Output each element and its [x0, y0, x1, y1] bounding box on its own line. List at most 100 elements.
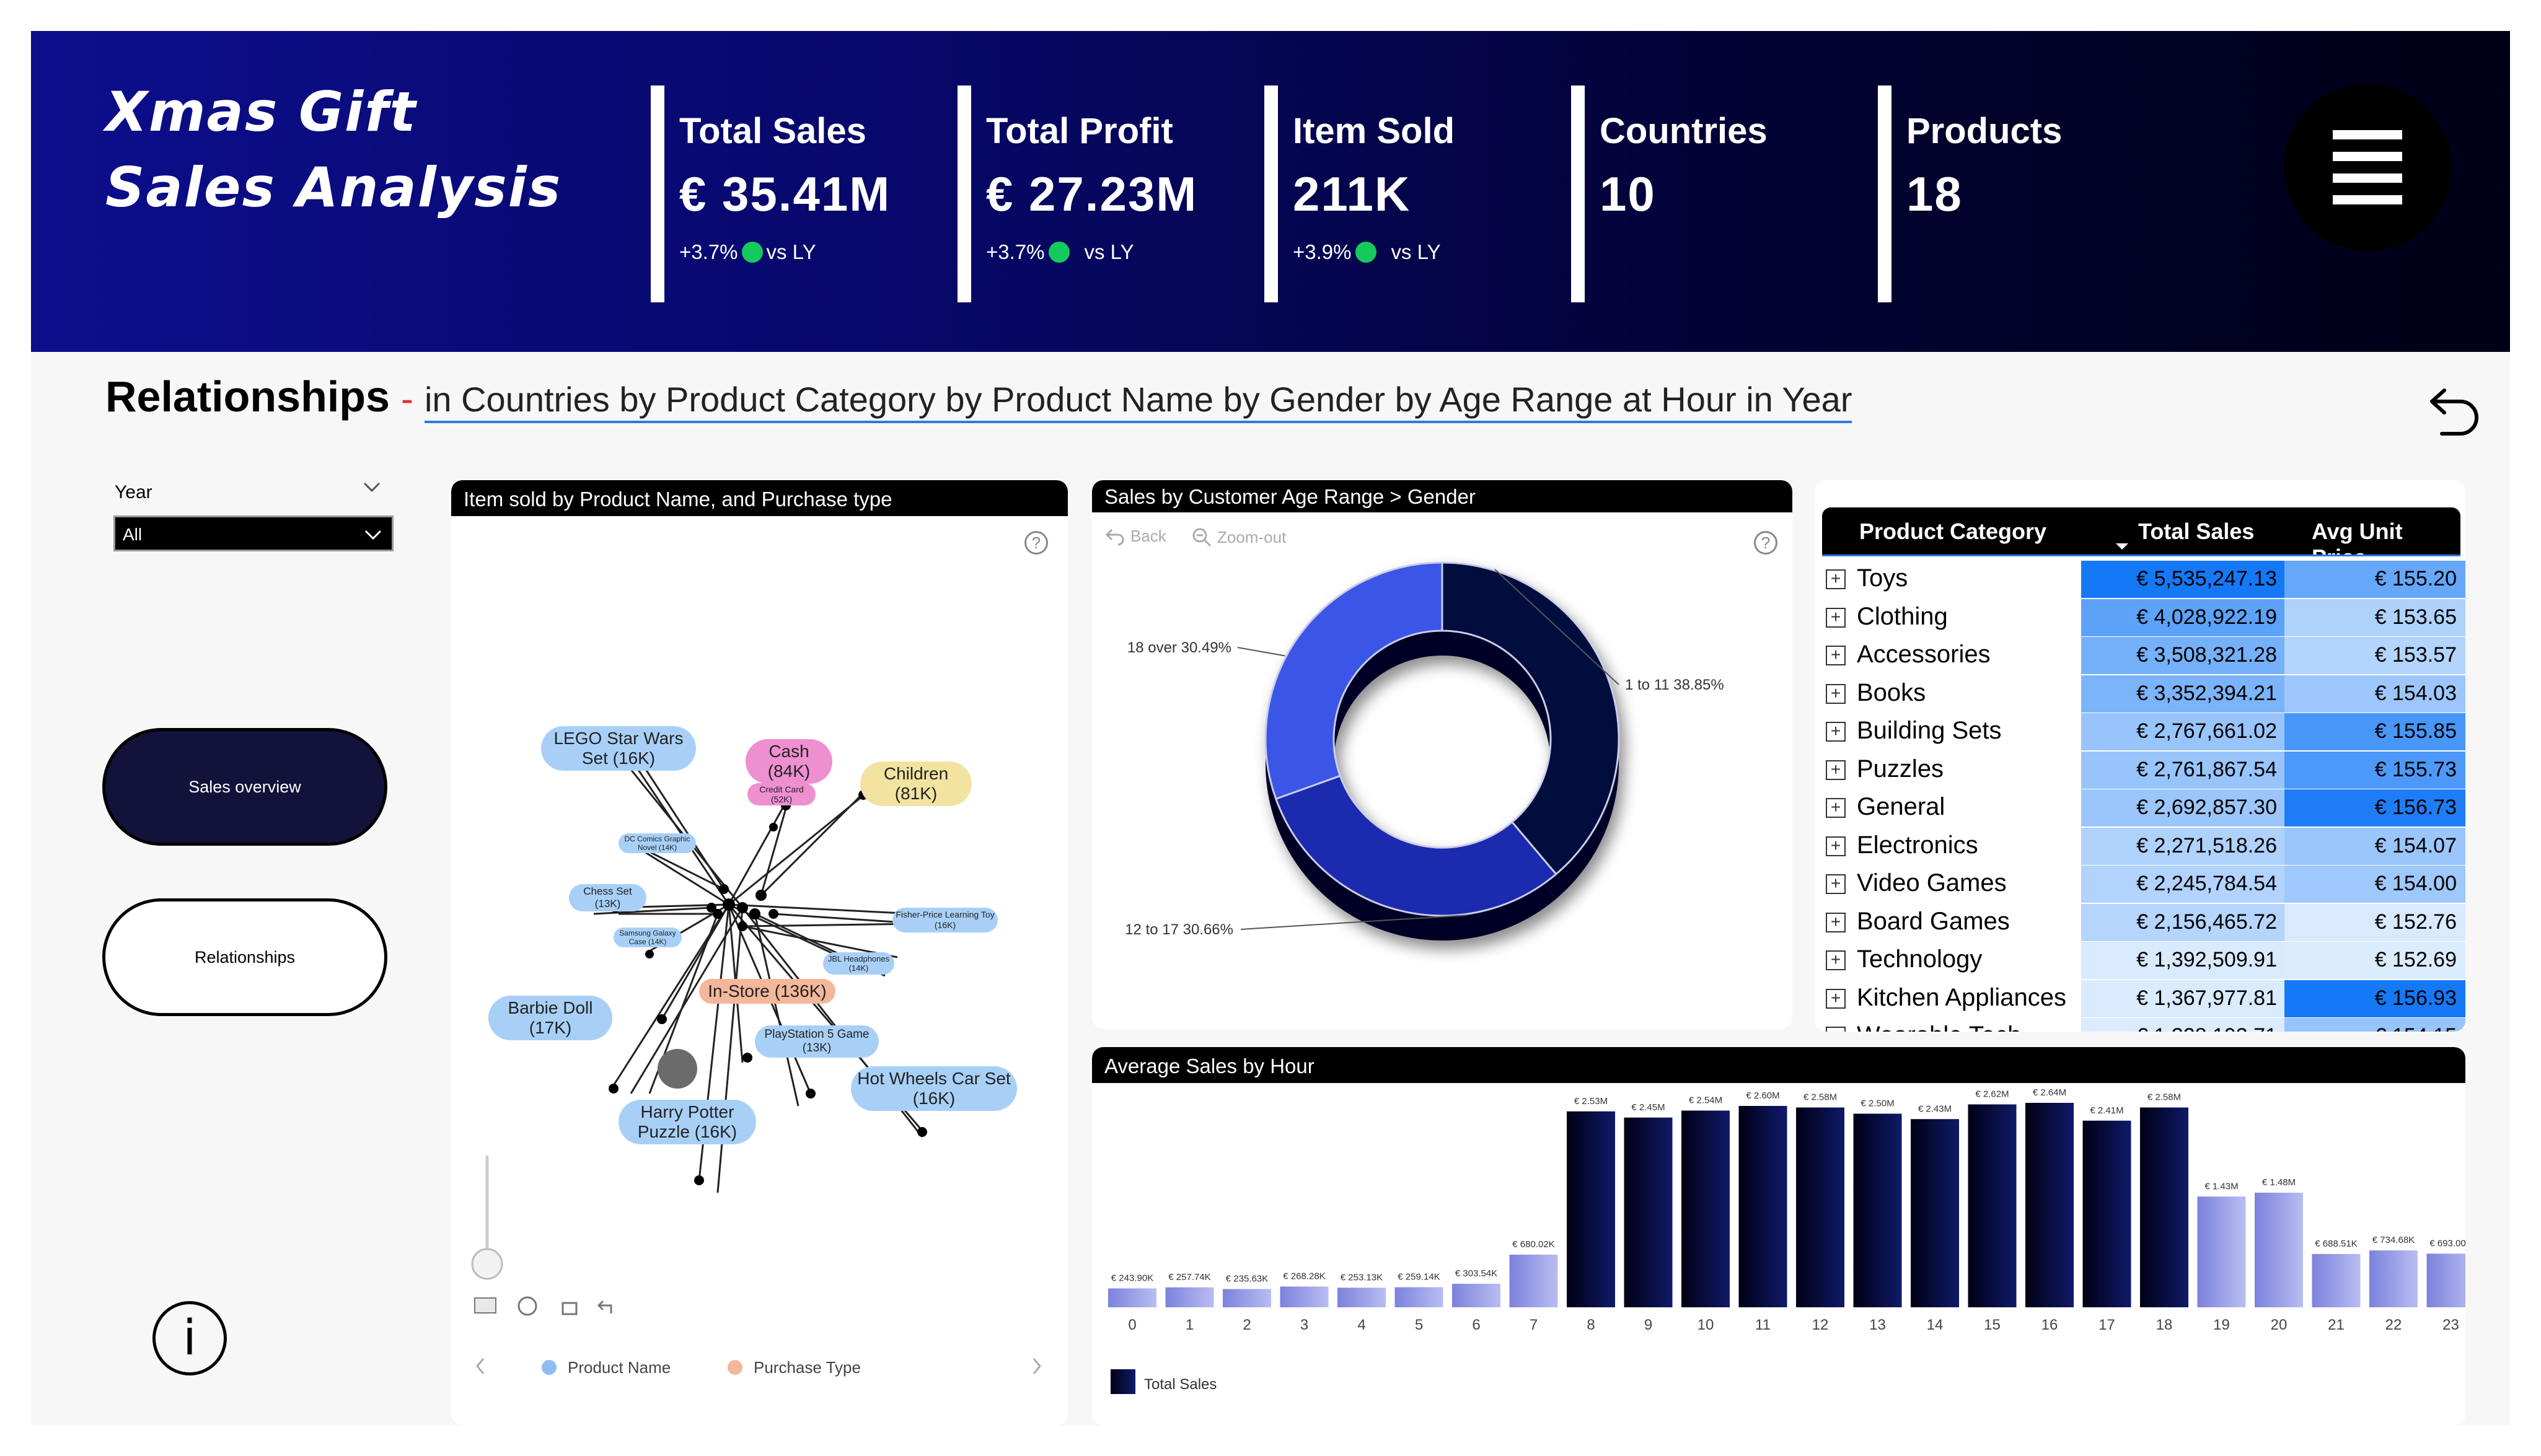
x-tick-label: 5: [1415, 1317, 1423, 1333]
sales-overview-button[interactable]: Sales overview: [102, 728, 387, 846]
bar-hour-13[interactable]: [1853, 1113, 1902, 1308]
table-row[interactable]: + Books € 3,352,394.21 € 154.03: [1815, 675, 2465, 713]
cell-category: Puzzles: [1857, 755, 1944, 783]
node-hot-wheels[interactable]: Hot Wheels Car Set (16K): [851, 1066, 1017, 1111]
expand-plus-icon[interactable]: +: [1826, 836, 1846, 856]
bar-hour-14[interactable]: [1911, 1119, 1959, 1307]
node-samsung-case[interactable]: Samsung Galaxy Case (14K): [614, 928, 682, 947]
bar-hour-9[interactable]: [1624, 1117, 1673, 1307]
bar-hour-17[interactable]: [2082, 1120, 2131, 1307]
bar-hour-5[interactable]: [1394, 1287, 1443, 1307]
page-subtitle[interactable]: in Countries by Product Category by Prod…: [424, 379, 1852, 423]
node-fisher-price[interactable]: Fisher-Price Learning Toy (16K): [892, 908, 998, 932]
table-row[interactable]: + General € 2,692,857.30 € 156.73: [1815, 789, 2465, 827]
node-jbl-headphones[interactable]: JBL Headphones (14K): [823, 952, 894, 975]
hamburger-menu-icon[interactable]: [2284, 84, 2451, 251]
donut-data-label: 18 over 30.49%: [1127, 639, 1231, 656]
kpi-delta-value: +3.7%: [986, 240, 1045, 263]
bar-data-label: € 2.60M: [1746, 1090, 1779, 1101]
drill-back-button[interactable]: Back: [1104, 527, 1166, 546]
bar-hour-20[interactable]: [2255, 1193, 2303, 1307]
table-row[interactable]: + Board Games € 2,156,465.72 € 152.76: [1815, 903, 2465, 941]
expand-plus-icon[interactable]: +: [1826, 722, 1846, 742]
chevron-down-icon[interactable]: [359, 475, 384, 499]
node-lego-star-wars[interactable]: LEGO Star Wars Set (16K): [541, 726, 696, 771]
donut-slice[interactable]: [1274, 774, 1557, 917]
cell-avg-price: € 154.00: [2284, 866, 2465, 903]
table-row[interactable]: + Electronics € 2,271,518.26 € 154.07: [1815, 827, 2465, 865]
bar-hour-3[interactable]: [1280, 1286, 1329, 1307]
bar-data-label: € 268.28K: [1283, 1271, 1325, 1281]
bar-title: Average Sales by Hour: [1092, 1047, 2465, 1083]
node-chess-set[interactable]: Chess Set (13K): [569, 884, 646, 911]
expand-plus-icon[interactable]: +: [1826, 607, 1846, 628]
help-icon[interactable]: ?: [1754, 531, 1777, 555]
bar-hour-12[interactable]: [1796, 1107, 1844, 1308]
leader-line: [1237, 647, 1285, 657]
table-row[interactable]: + Toys € 5,535,247.13 € 155.20: [1815, 561, 2465, 598]
table-row[interactable]: + Video Games € 2,245,784.54 € 154.00: [1815, 866, 2465, 903]
bar-hour-7[interactable]: [1509, 1254, 1558, 1307]
node-dc-comics[interactable]: DC Comics Graphic Novel (14K): [619, 833, 696, 853]
kpi-products: Products 18: [1878, 86, 2062, 302]
bar-hour-2[interactable]: [1223, 1289, 1271, 1307]
col-product-category[interactable]: Product Category: [1859, 519, 2046, 545]
bar-hour-0[interactable]: [1108, 1288, 1156, 1307]
node-credit-card[interactable]: Credit Card (52K): [747, 783, 816, 805]
bar-hour-4[interactable]: [1337, 1287, 1386, 1307]
bar-data-label: € 253.13K: [1341, 1272, 1383, 1283]
bar-hour-8[interactable]: [1567, 1111, 1615, 1307]
bar-hour-6[interactable]: [1452, 1284, 1500, 1307]
node-playstation-5[interactable]: PlayStation 5 Game (13K): [755, 1025, 879, 1058]
table-row[interactable]: + Kitchen Appliances € 1,367,977.81 € 156.9…: [1815, 980, 2465, 1017]
app-title-line2: Sales Analysis: [105, 156, 562, 219]
cell-avg-price: € 155.73: [2284, 751, 2465, 789]
bar-hour-1[interactable]: [1165, 1287, 1214, 1307]
expand-plus-icon[interactable]: +: [1826, 683, 1846, 704]
table-row[interactable]: + Technology € 1,392,509.91 € 152.69: [1815, 942, 2465, 979]
year-slicer-dropdown[interactable]: All: [113, 515, 394, 551]
donut-slice[interactable]: [1441, 561, 1620, 875]
bar-hour-15[interactable]: [1968, 1104, 2017, 1308]
expand-plus-icon[interactable]: +: [1826, 874, 1846, 894]
table-row[interactable]: + Wearable Tech € 1,328,193.71€ 154.15: [1815, 1018, 2465, 1032]
node-cash[interactable]: Cash (84K): [746, 739, 832, 784]
expand-plus-icon[interactable]: +: [1826, 646, 1846, 665]
table-row[interactable]: + Puzzles € 2,761,867.54 € 155.73: [1815, 751, 2465, 789]
expand-plus-icon[interactable]: +: [1826, 988, 1846, 1009]
table-row[interactable]: + Building Sets € 2,767,661.02 € 155.85: [1815, 713, 2465, 750]
bar-data-label: € 1.43M: [2204, 1181, 2238, 1191]
bar-hour-16[interactable]: [2025, 1103, 2074, 1307]
node-in-store[interactable]: In-Store (136K): [699, 979, 835, 1004]
expand-plus-icon[interactable]: +: [1826, 760, 1846, 780]
bar-hour-22[interactable]: [2369, 1250, 2418, 1307]
bar-hour-21[interactable]: [2312, 1253, 2361, 1307]
zoom-out-button[interactable]: Zoom-out: [1191, 527, 1286, 548]
x-tick-label: 13: [1869, 1317, 1886, 1333]
node-barbie-doll[interactable]: Barbie Doll (17K): [488, 996, 612, 1040]
table-row[interactable]: + Accessories € 3,508,321.28 € 153.57: [1815, 637, 2465, 674]
expand-plus-icon[interactable]: +: [1826, 569, 1846, 589]
expand-plus-icon[interactable]: +: [1826, 798, 1846, 818]
relationships-button[interactable]: Relationships: [102, 898, 387, 1016]
node-harry-potter[interactable]: Harry Potter Puzzle (16K): [619, 1100, 756, 1144]
bar-hour-11[interactable]: [1738, 1106, 1787, 1307]
bar-hour-23[interactable]: [2426, 1253, 2466, 1307]
back-arrow-icon[interactable]: [2417, 378, 2485, 446]
expand-plus-icon[interactable]: +: [1826, 1027, 1846, 1032]
bar-hour-18[interactable]: [2140, 1107, 2188, 1308]
zoom-out-label: Zoom-out: [1217, 527, 1287, 546]
legend-product-name: Product Name: [568, 1358, 671, 1377]
cell-total-sales: € 2,767,661.02: [2081, 713, 2284, 750]
bar-hour-19[interactable]: [2197, 1196, 2246, 1307]
node-children[interactable]: Children (81K): [860, 761, 972, 806]
sort-desc-icon[interactable]: [2113, 541, 2131, 552]
expand-plus-icon[interactable]: +: [1826, 950, 1846, 970]
bar-hour-10[interactable]: [1681, 1110, 1730, 1308]
table-row[interactable]: + Clothing € 4,028,922.19 € 153.65: [1815, 599, 2465, 636]
info-icon[interactable]: i: [152, 1301, 227, 1375]
cell-avg-price: € 155.20: [2284, 561, 2465, 598]
x-tick-label: 23: [2442, 1317, 2459, 1333]
expand-plus-icon[interactable]: +: [1826, 912, 1846, 932]
col-total-sales[interactable]: Total Sales: [2138, 519, 2254, 545]
